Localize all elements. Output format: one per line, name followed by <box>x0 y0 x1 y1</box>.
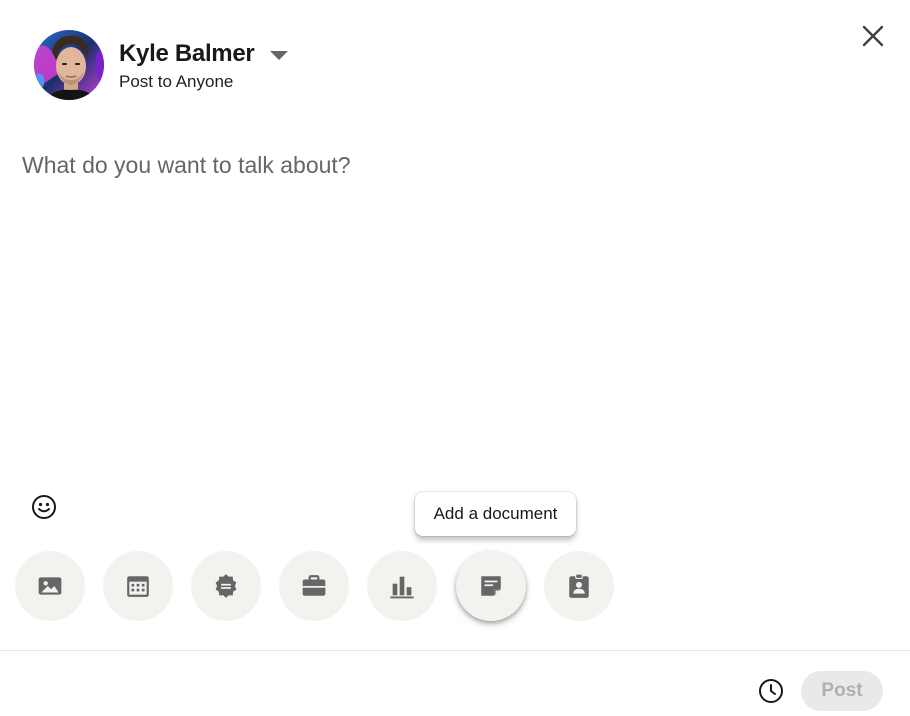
emoji-button[interactable] <box>30 493 58 521</box>
post-text-input[interactable] <box>22 152 882 472</box>
add-media-button[interactable] <box>15 551 85 621</box>
calendar-icon <box>127 576 149 597</box>
post-button[interactable]: Post <box>801 671 883 711</box>
user-name: Kyle Balmer <box>119 40 255 67</box>
celebrate-occasion-button[interactable] <box>191 551 261 621</box>
emoji-icon <box>32 495 56 519</box>
share-job-button[interactable] <box>279 551 349 621</box>
caret-down-icon <box>270 50 289 60</box>
bar-chart-icon <box>390 576 414 599</box>
badge-icon <box>215 574 237 598</box>
post-author-header: Kyle Balmer Post to Anyone <box>34 30 289 100</box>
audience-selector[interactable]: Kyle Balmer Post to Anyone <box>119 38 289 92</box>
close-button[interactable] <box>857 20 889 52</box>
image-icon <box>38 577 62 595</box>
create-poll-button[interactable] <box>367 551 437 621</box>
avatar <box>34 30 104 100</box>
document-icon <box>481 576 501 596</box>
briefcase-icon <box>302 575 326 596</box>
clock-icon <box>759 679 783 703</box>
audience-label: Post to Anyone <box>119 72 234 91</box>
find-expert-button[interactable] <box>544 551 614 621</box>
add-document-button[interactable] <box>456 551 526 621</box>
id-badge-icon <box>569 573 589 598</box>
schedule-post-button[interactable] <box>757 677 785 705</box>
create-event-button[interactable] <box>103 551 173 621</box>
footer-divider <box>0 650 910 651</box>
add-document-tooltip: Add a document <box>415 492 576 536</box>
close-icon <box>862 25 884 47</box>
name-row: Kyle Balmer <box>119 40 289 68</box>
